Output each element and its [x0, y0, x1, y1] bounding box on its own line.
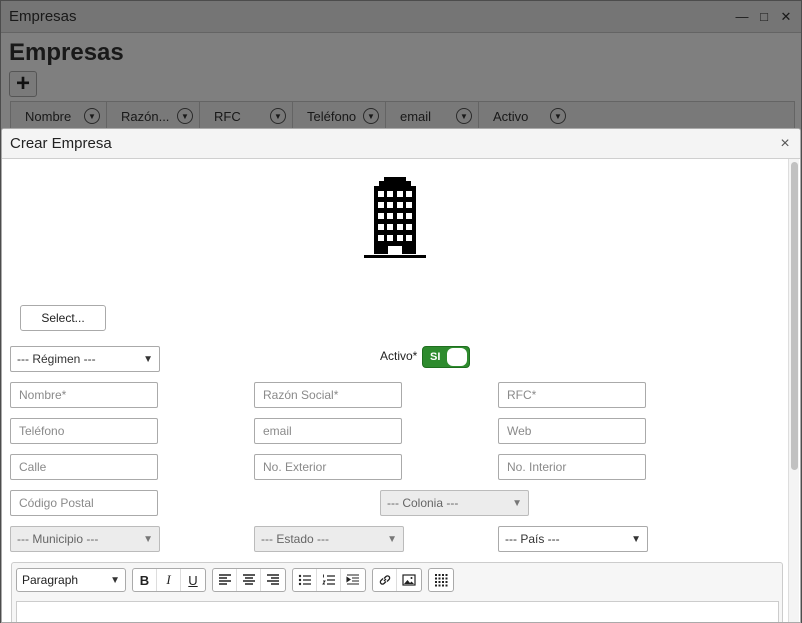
numbered-list-icon[interactable] — [317, 569, 341, 591]
dialog-titlebar: Crear Empresa × — [2, 129, 800, 159]
colonia-select-value: --- Colonia --- — [387, 496, 459, 510]
estado-select[interactable]: --- Estado --- ▼ — [254, 526, 404, 552]
table-group — [428, 568, 454, 592]
align-group — [212, 568, 286, 592]
align-center-icon[interactable] — [237, 569, 261, 591]
italic-button[interactable]: I — [157, 569, 181, 591]
dialog-title: Crear Empresa — [10, 135, 112, 152]
insert-group — [372, 568, 422, 592]
scrollbar-thumb[interactable] — [791, 162, 798, 470]
dialog-scrollbar[interactable] — [788, 159, 799, 622]
nombre-field[interactable] — [10, 382, 158, 408]
telefono-field[interactable] — [10, 418, 158, 444]
table-icon[interactable] — [429, 569, 453, 591]
chevron-down-icon: ▼ — [387, 533, 397, 545]
email-field[interactable] — [254, 418, 402, 444]
toggle-knob — [447, 348, 467, 366]
close-icon[interactable]: × — [778, 135, 792, 153]
building-icon — [364, 177, 426, 258]
chevron-down-icon: ▼ — [110, 574, 120, 586]
chevron-down-icon: ▼ — [631, 533, 641, 545]
web-field[interactable] — [498, 418, 646, 444]
align-left-icon[interactable] — [213, 569, 237, 591]
activo-label: Activo* — [380, 349, 418, 363]
bold-button[interactable]: B — [133, 569, 157, 591]
codigo-postal-field[interactable] — [10, 490, 158, 516]
image-icon[interactable] — [397, 569, 421, 591]
editor-toolbar: Paragraph ▼ B I U — [12, 563, 782, 597]
pais-select[interactable]: --- País --- ▼ — [498, 526, 648, 552]
colonia-select[interactable]: --- Colonia --- ▼ — [380, 490, 529, 516]
rfc-field[interactable] — [498, 382, 646, 408]
activo-toggle[interactable]: SI — [422, 346, 470, 368]
regimen-select[interactable]: --- Régimen --- ▼ — [10, 346, 160, 372]
block-format-select[interactable]: Paragraph ▼ — [16, 568, 126, 592]
pais-select-value: --- País --- — [505, 532, 560, 546]
underline-button[interactable]: U — [181, 569, 205, 591]
list-group — [292, 568, 366, 592]
calle-field[interactable] — [10, 454, 158, 480]
align-right-icon[interactable] — [261, 569, 285, 591]
text-style-group: B I U — [132, 568, 206, 592]
chevron-down-icon: ▼ — [512, 497, 522, 509]
bullet-list-icon[interactable] — [293, 569, 317, 591]
block-format-value: Paragraph — [22, 573, 79, 587]
municipio-select[interactable]: --- Municipio --- ▼ — [10, 526, 160, 552]
estado-select-value: --- Estado --- — [261, 532, 330, 546]
chevron-down-icon: ▼ — [143, 353, 153, 365]
editor-content-area[interactable] — [16, 601, 779, 622]
toggle-text: SI — [430, 351, 441, 363]
link-icon[interactable] — [373, 569, 397, 591]
chevron-down-icon: ▼ — [143, 533, 153, 545]
dialog-body: Select... --- Régimen --- ▼ Activo* SI -… — [2, 159, 800, 622]
no-interior-field[interactable] — [498, 454, 646, 480]
municipio-select-value: --- Municipio --- — [17, 532, 99, 546]
indent-icon[interactable] — [341, 569, 365, 591]
regimen-select-value: --- Régimen --- — [17, 352, 96, 366]
razon-social-field[interactable] — [254, 382, 402, 408]
crear-empresa-dialog: Crear Empresa × Select... --- Régimen --… — [1, 128, 801, 623]
select-image-button[interactable]: Select... — [20, 305, 106, 331]
no-exterior-field[interactable] — [254, 454, 402, 480]
rich-text-editor: Paragraph ▼ B I U — [11, 562, 783, 622]
